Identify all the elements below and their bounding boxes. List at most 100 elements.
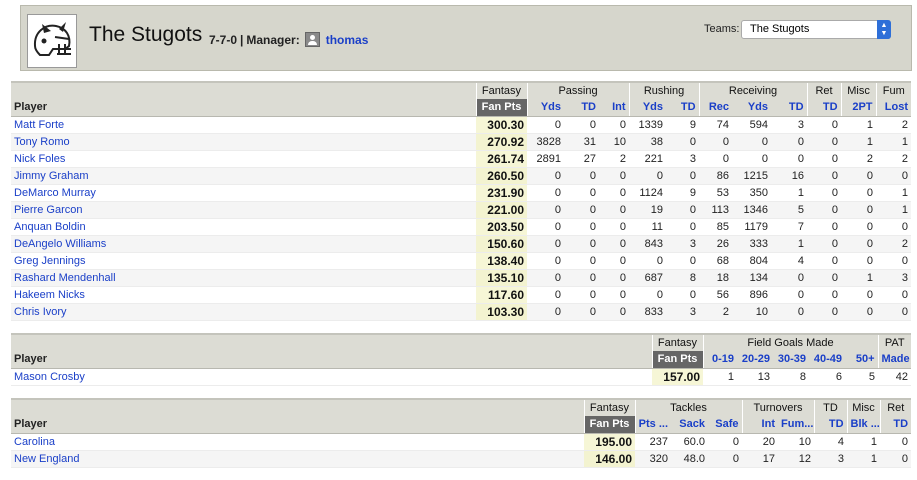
stat-cell: 5	[845, 368, 879, 386]
col-pat-made[interactable]: Made	[877, 351, 912, 369]
player-link[interactable]: DeAngelo Williams	[11, 235, 476, 253]
col-fg-0-19[interactable]: 0-19	[702, 351, 737, 369]
offense-row: Greg Jennings 138.40 0 0 0 0 0 68 804 4 0 0 0	[11, 252, 912, 270]
stat-cell: 31	[564, 133, 599, 151]
col-rec-td[interactable]: TD	[771, 99, 808, 117]
stat-cell: 0	[880, 433, 912, 451]
stat-cell: 0	[708, 433, 742, 451]
team-link[interactable]: Carolina	[11, 433, 584, 451]
stat-cell: 1179	[732, 218, 772, 236]
stat-cell: 1	[703, 368, 737, 386]
stat-cell: 16	[771, 167, 808, 185]
player-link[interactable]: Mason Crosby	[11, 368, 652, 386]
stat-cell: 0	[841, 218, 877, 236]
stat-cell: 687	[629, 269, 667, 287]
col-int[interactable]: Int	[741, 416, 778, 434]
col-fan-pts[interactable]: Fan Pts	[583, 416, 635, 434]
defense-stats-table: Fantasy Tackles Turnovers TD Misc Ret Pl…	[11, 398, 912, 468]
stat-cell: 13	[737, 368, 773, 386]
player-link[interactable]: Matt Forte	[11, 116, 476, 134]
stat-cell: 0	[564, 201, 599, 219]
fan-pts-cell: 261.74	[476, 150, 527, 168]
stat-cell: 0	[699, 133, 733, 151]
player-link[interactable]: Rashard Mendenhall	[11, 269, 476, 287]
stat-cell: 320	[635, 450, 671, 468]
team-link[interactable]: New England	[11, 450, 584, 468]
stat-cell: 0	[807, 167, 842, 185]
stat-cell: 2	[876, 150, 912, 168]
col-fum-lost[interactable]: Lost	[875, 99, 912, 117]
player-link[interactable]: Jimmy Graham	[11, 167, 476, 185]
header-spacer	[11, 81, 476, 99]
col-fan-pts[interactable]: Fan Pts	[475, 99, 527, 117]
stat-cell: 0	[527, 269, 564, 287]
player-link[interactable]: DeMarco Murray	[11, 184, 476, 202]
stat-cell: 594	[732, 116, 772, 134]
stat-cell: 0	[771, 269, 808, 287]
stat-cell: 113	[699, 201, 733, 219]
group-fantasy: Fantasy	[583, 398, 635, 416]
col-sack[interactable]: Sack	[671, 416, 708, 434]
player-link[interactable]: Anquan Boldin	[11, 218, 476, 236]
stat-cell: 60.0	[671, 433, 708, 451]
col-ret-td[interactable]: TD	[879, 416, 912, 434]
col-player: Player	[11, 351, 652, 369]
offense-stats-table: Fantasy Passing Rushing Receiving Ret Mi…	[11, 81, 912, 321]
col-fg-40-49[interactable]: 40-49	[809, 351, 845, 369]
stat-cell: 0	[527, 252, 564, 270]
player-link[interactable]: Pierre Garcon	[11, 201, 476, 219]
stat-cell: 0	[876, 167, 912, 185]
stat-cell: 38	[629, 133, 667, 151]
stat-cell: 1	[841, 116, 877, 134]
teams-select[interactable]: The Stugots ▲ ▼	[741, 20, 891, 39]
col-rush-td[interactable]: TD	[666, 99, 700, 117]
player-link[interactable]: Hakeem Nicks	[11, 286, 476, 304]
col-rec-yds[interactable]: Yds	[732, 99, 772, 117]
col-pass-yds[interactable]: Yds	[526, 99, 564, 117]
stat-cell: 237	[635, 433, 671, 451]
stat-cell: 4	[771, 252, 808, 270]
stat-cell: 0	[841, 201, 877, 219]
stat-cell: 8	[773, 368, 809, 386]
defense-rows: Carolina 195.00 237 60.0 0 20 10 4 1 0 New England…	[11, 433, 912, 468]
manager-link[interactable]: thomas	[326, 33, 369, 47]
stat-cell: 350	[732, 184, 772, 202]
col-fg-50-plus[interactable]: 50+	[845, 351, 879, 369]
fan-pts-cell: 300.30	[476, 116, 527, 134]
stat-cell: 843	[629, 235, 667, 253]
col-safe[interactable]: Safe	[708, 416, 742, 434]
col-rush-yds[interactable]: Yds	[628, 99, 667, 117]
fan-pts-cell: 157.00	[652, 368, 703, 386]
offense-row: Pierre Garcon 221.00 0 0 0 19 0 113 1346 5 0 0 1	[11, 201, 912, 219]
offense-row: Jimmy Graham 260.50 0 0 0 0 0 86 1215 16 0 0 0	[11, 167, 912, 185]
teams-select-value: The Stugots	[750, 23, 810, 35]
col-pass-int[interactable]: Int	[599, 99, 630, 117]
player-link[interactable]: Chris Ivory	[11, 303, 476, 321]
col-fan-pts[interactable]: Fan Pts	[651, 351, 703, 369]
stat-cell: 804	[732, 252, 772, 270]
player-link[interactable]: Nick Foles	[11, 150, 476, 168]
stat-cell: 3828	[527, 133, 564, 151]
col-fg-30-39[interactable]: 30-39	[773, 351, 809, 369]
stat-cell: 10	[599, 133, 630, 151]
stat-cell: 0	[699, 150, 733, 168]
defense-row: New England 146.00 320 48.0 0 17 12 3 1 0	[11, 450, 912, 468]
stat-cell: 0	[564, 286, 599, 304]
stat-cell: 0	[527, 201, 564, 219]
col-td[interactable]: TD	[813, 416, 848, 434]
stat-cell: 0	[807, 201, 842, 219]
stat-cell: 8	[666, 269, 700, 287]
group-td: TD	[813, 398, 848, 416]
col-rec[interactable]: Rec	[698, 99, 733, 117]
stat-cell: 48.0	[671, 450, 708, 468]
col-2pt[interactable]: 2PT	[840, 99, 877, 117]
col-blk[interactable]: Blk ...	[846, 416, 881, 434]
col-fg-20-29[interactable]: 20-29	[737, 351, 773, 369]
col-ret-td[interactable]: TD	[806, 99, 842, 117]
player-link[interactable]: Greg Jennings	[11, 252, 476, 270]
player-link[interactable]: Tony Romo	[11, 133, 476, 151]
col-pass-td[interactable]: TD	[564, 99, 599, 117]
offense-row: DeMarco Murray 231.90 0 0 0 1124 9 53 350 1 0 0 1	[11, 184, 912, 202]
col-fum-rec[interactable]: Fum...	[778, 416, 815, 434]
col-pts-allowed[interactable]: Pts ...	[634, 416, 671, 434]
